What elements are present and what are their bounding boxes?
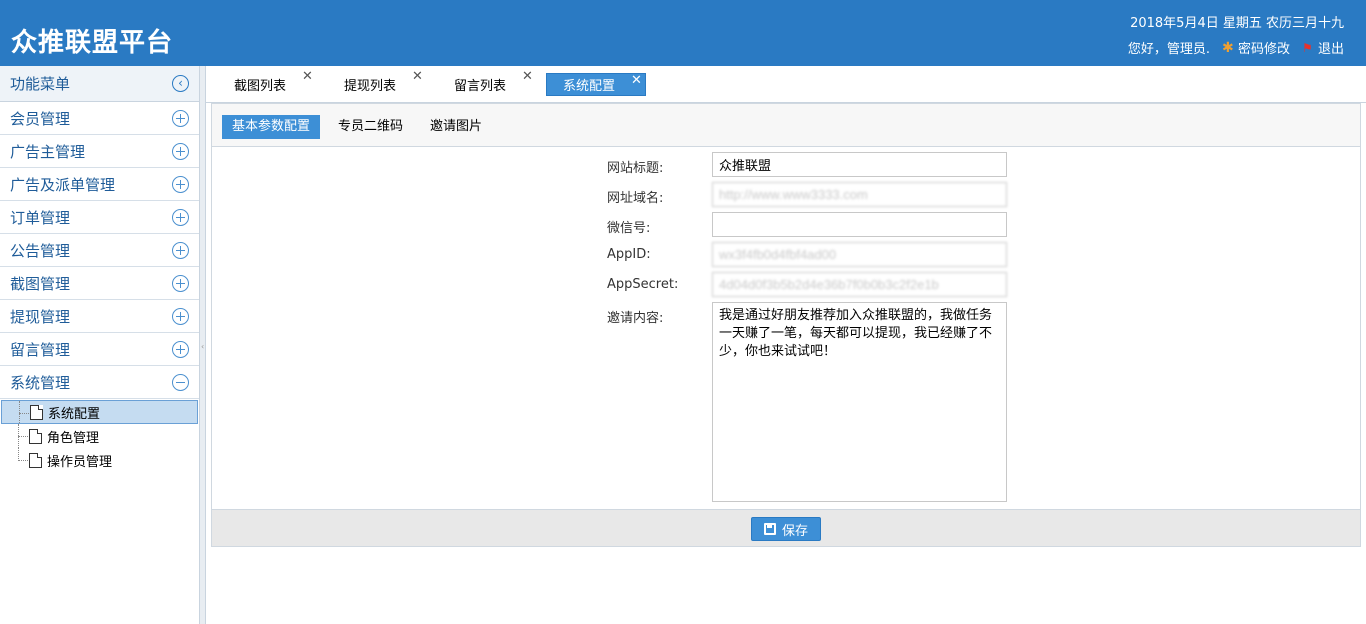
close-icon[interactable]: ✕ [412,69,423,84]
tree-item-system-config[interactable]: 系统配置 [1,400,198,424]
expand-icon[interactable] [172,142,189,160]
tree-item-label: 操作员管理 [47,454,113,470]
tree-item-label: 系统配置 [48,406,101,422]
row-appid: AppID: [212,242,1360,268]
splitter-grip-icon[interactable]: ‹ [201,342,204,351]
sidebar-title: 功能菜单 [10,75,71,93]
date-display: 2018年5月4日 星期五 农历三月十九 [1130,16,1344,31]
sidebar-item-label: 广告主管理 [10,142,86,161]
change-password-link[interactable]: 密码修改 [1238,38,1290,57]
expand-icon[interactable] [172,208,189,226]
sidebar-item-label: 系统管理 [10,373,71,392]
sidebar: 功能菜单 ‹ 会员管理 广告主管理 广告及派单管理 订单管理 公告管理 截图管理… [0,66,200,624]
tab-screenshot-list[interactable]: 截图列表 ✕ [206,69,319,96]
site-title-label: 网站标题: [607,161,664,176]
tree-line [19,413,29,414]
sidebar-item-ads[interactable]: 广告及派单管理 [0,168,199,201]
subtab-basic-params[interactable]: 基本参数配置 [222,115,321,139]
system-tree: 系统配置 角色管理 操作员管理 [0,399,199,472]
sidebar-item-withdrawals[interactable]: 提现管理 [0,300,199,333]
invite-content-textarea[interactable]: 我是通过好朋友推荐加入众推联盟的，我做任务一天赚了一笔，每天都可以提现，我已经赚… [712,302,1007,502]
app-header: 众推联盟平台 2018年5月4日 星期五 农历三月十九 您好，管理员. ✱ 密码… [0,0,1366,66]
save-label: 保存 [781,523,808,539]
tab-label: 提现列表 [344,79,397,94]
close-icon[interactable]: ✕ [302,69,313,84]
tree-item-roles[interactable]: 角色管理 [1,424,198,448]
tab-message-list[interactable]: 留言列表 ✕ [426,69,539,96]
document-icon [30,404,43,420]
tree-item-label: 角色管理 [47,430,100,446]
appid-input[interactable] [712,242,1007,267]
sidebar-item-screenshots[interactable]: 截图管理 [0,267,199,300]
site-title-input[interactable] [712,152,1007,177]
sidebar-item-system[interactable]: 系统管理 [0,366,199,399]
sidebar-item-label: 公告管理 [10,241,71,260]
domain-label: 网址域名: [607,191,664,206]
sidebar-item-orders[interactable]: 订单管理 [0,201,199,234]
tree-line [19,401,20,423]
close-icon[interactable]: ✕ [522,69,533,84]
sub-tab-bar: 基本参数配置 专员二维码 邀请图片 [212,104,1360,146]
config-form: 网站标题: 网址域名: 微信号: AppID: AppSecret: 邀请内容: [212,146,1360,510]
close-icon[interactable]: ✕ [631,73,642,88]
sidebar-header: 功能菜单 ‹ [0,66,199,102]
sidebar-item-label: 留言管理 [10,340,71,359]
invite-content-label: 邀请内容: [607,311,664,326]
greeting-text: 您好，管理员. [1127,42,1210,57]
tab-label: 截图列表 [234,79,287,94]
save-button[interactable]: 保存 [751,517,821,541]
expand-icon[interactable] [172,307,189,325]
domain-input[interactable] [712,182,1007,207]
logout-link[interactable]: 退出 [1318,38,1344,57]
sidebar-item-announcements[interactable]: 公告管理 [0,234,199,267]
tab-system-config[interactable]: 系统配置 ✕ [546,73,646,96]
document-icon [29,428,42,444]
sidebar-item-label: 订单管理 [10,208,71,227]
main-content: 基本参数配置 专员二维码 邀请图片 网站标题: 网址域名: 微信号: AppID… [206,103,1366,624]
tab-withdrawal-list[interactable]: 提现列表 ✕ [316,69,429,96]
row-appsecret: AppSecret: [212,272,1360,298]
form-footer: 保存 [212,510,1360,546]
document-icon [29,452,42,468]
subtab-agent-qrcode[interactable]: 专员二维码 [328,115,413,139]
row-invite-content: 邀请内容: 我是通过好朋友推荐加入众推联盟的，我做任务一天赚了一笔，每天都可以提… [212,302,1360,502]
sidebar-item-label: 广告及派单管理 [10,175,116,194]
user-bar: 您好，管理员. ✱ 密码修改 ⚑ 退出 [1127,38,1344,58]
expand-icon[interactable] [172,109,189,127]
sidebar-item-messages[interactable]: 留言管理 [0,333,199,366]
expand-icon[interactable] [172,274,189,292]
sidebar-item-advertisers[interactable]: 广告主管理 [0,135,199,168]
tree-item-operators[interactable]: 操作员管理 [1,448,198,472]
expand-icon[interactable] [172,241,189,259]
wechat-label: 微信号: [607,221,651,236]
subtab-invite-image[interactable]: 邀请图片 [420,115,492,139]
key-icon: ✱ [1221,39,1234,56]
collapse-icon[interactable] [172,373,189,391]
expand-icon[interactable] [172,175,189,193]
sidebar-item-label: 会员管理 [10,109,71,128]
expand-icon[interactable] [172,340,189,358]
sidebar-item-label: 截图管理 [10,274,71,293]
save-icon [763,523,776,535]
tab-label: 留言列表 [454,79,507,94]
tree-line [18,436,28,437]
tab-bar: 截图列表 ✕ 提现列表 ✕ 留言列表 ✕ 系统配置 ✕ [206,66,1366,103]
collapse-sidebar-icon[interactable]: ‹ [172,75,189,92]
wechat-input[interactable] [712,212,1007,237]
tab-label: 系统配置 [563,79,616,94]
appsecret-label: AppSecret: [607,277,679,292]
sidebar-item-label: 提现管理 [10,307,71,326]
app-title: 众推联盟平台 [11,28,174,58]
config-panel: 基本参数配置 专员二维码 邀请图片 网站标题: 网址域名: 微信号: AppID… [211,103,1361,547]
tree-line [18,460,28,461]
row-wechat: 微信号: [212,212,1360,238]
appsecret-input[interactable] [712,272,1007,297]
row-domain: 网址域名: [212,182,1360,208]
row-site-title: 网站标题: [212,152,1360,178]
appid-label: AppID: [607,247,651,262]
sidebar-item-members[interactable]: 会员管理 [0,102,199,135]
logout-icon: ⚑ [1301,40,1313,55]
